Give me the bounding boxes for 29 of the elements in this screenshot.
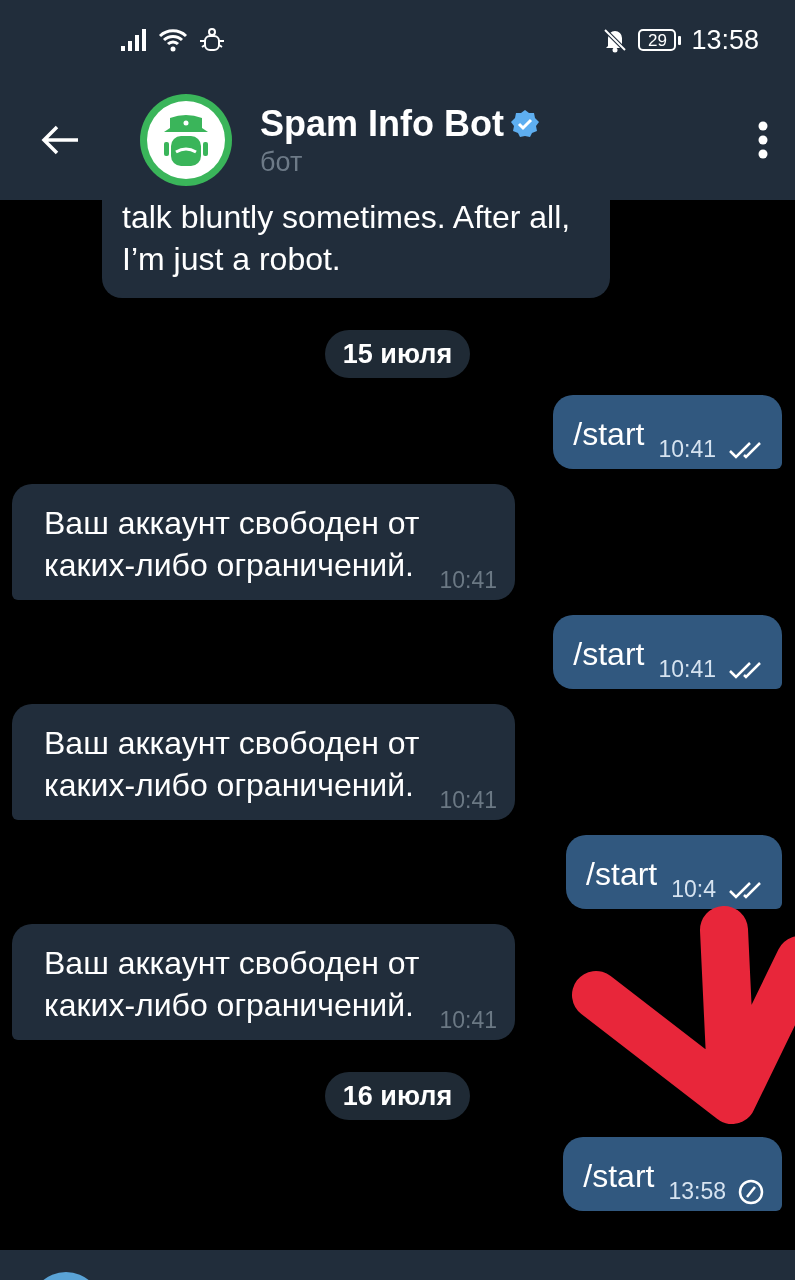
chat-subtitle: бот (260, 146, 304, 178)
message-text: /start (583, 1157, 655, 1196)
message-text: /start (586, 855, 658, 894)
date-label: 15 июля (324, 330, 471, 378)
robot-icon (198, 27, 226, 53)
message-time: 10:41 (658, 656, 716, 683)
message-text: /start (573, 415, 645, 454)
message-time: 10:41 (439, 567, 498, 594)
message-text: talk bluntly sometimes. After all, I’m just a robot. (122, 200, 571, 279)
clock-time: 13:58 (691, 24, 759, 56)
message-text: Ваш аккаунт свободен от каких-либо ограничений. (44, 724, 420, 805)
message-time: 13:58 (668, 1178, 726, 1205)
back-button[interactable] (40, 124, 80, 156)
signal-icon (120, 28, 148, 52)
wifi-icon (158, 28, 188, 52)
message-time: 10:41 (439, 1007, 498, 1034)
message-time: 10:41 (658, 436, 716, 463)
message-text: Ваш аккаунт свободен от каких-либо ограничений. (44, 504, 420, 585)
menu-button[interactable] (757, 121, 769, 159)
bot-avatar[interactable] (138, 92, 234, 188)
muted-bell-icon (602, 27, 629, 53)
more-icon (757, 121, 769, 159)
date-label: 16 июля (324, 1072, 471, 1120)
back-arrow-icon (40, 124, 80, 156)
chat-title: Spam Info Bot (260, 102, 504, 145)
message-text: /start (573, 635, 645, 674)
message-time: 10:4 (671, 876, 716, 903)
message-text: Ваш аккаунт свободен от каких-либо ограничений. (44, 944, 420, 1025)
message-time: 10:41 (439, 787, 498, 814)
